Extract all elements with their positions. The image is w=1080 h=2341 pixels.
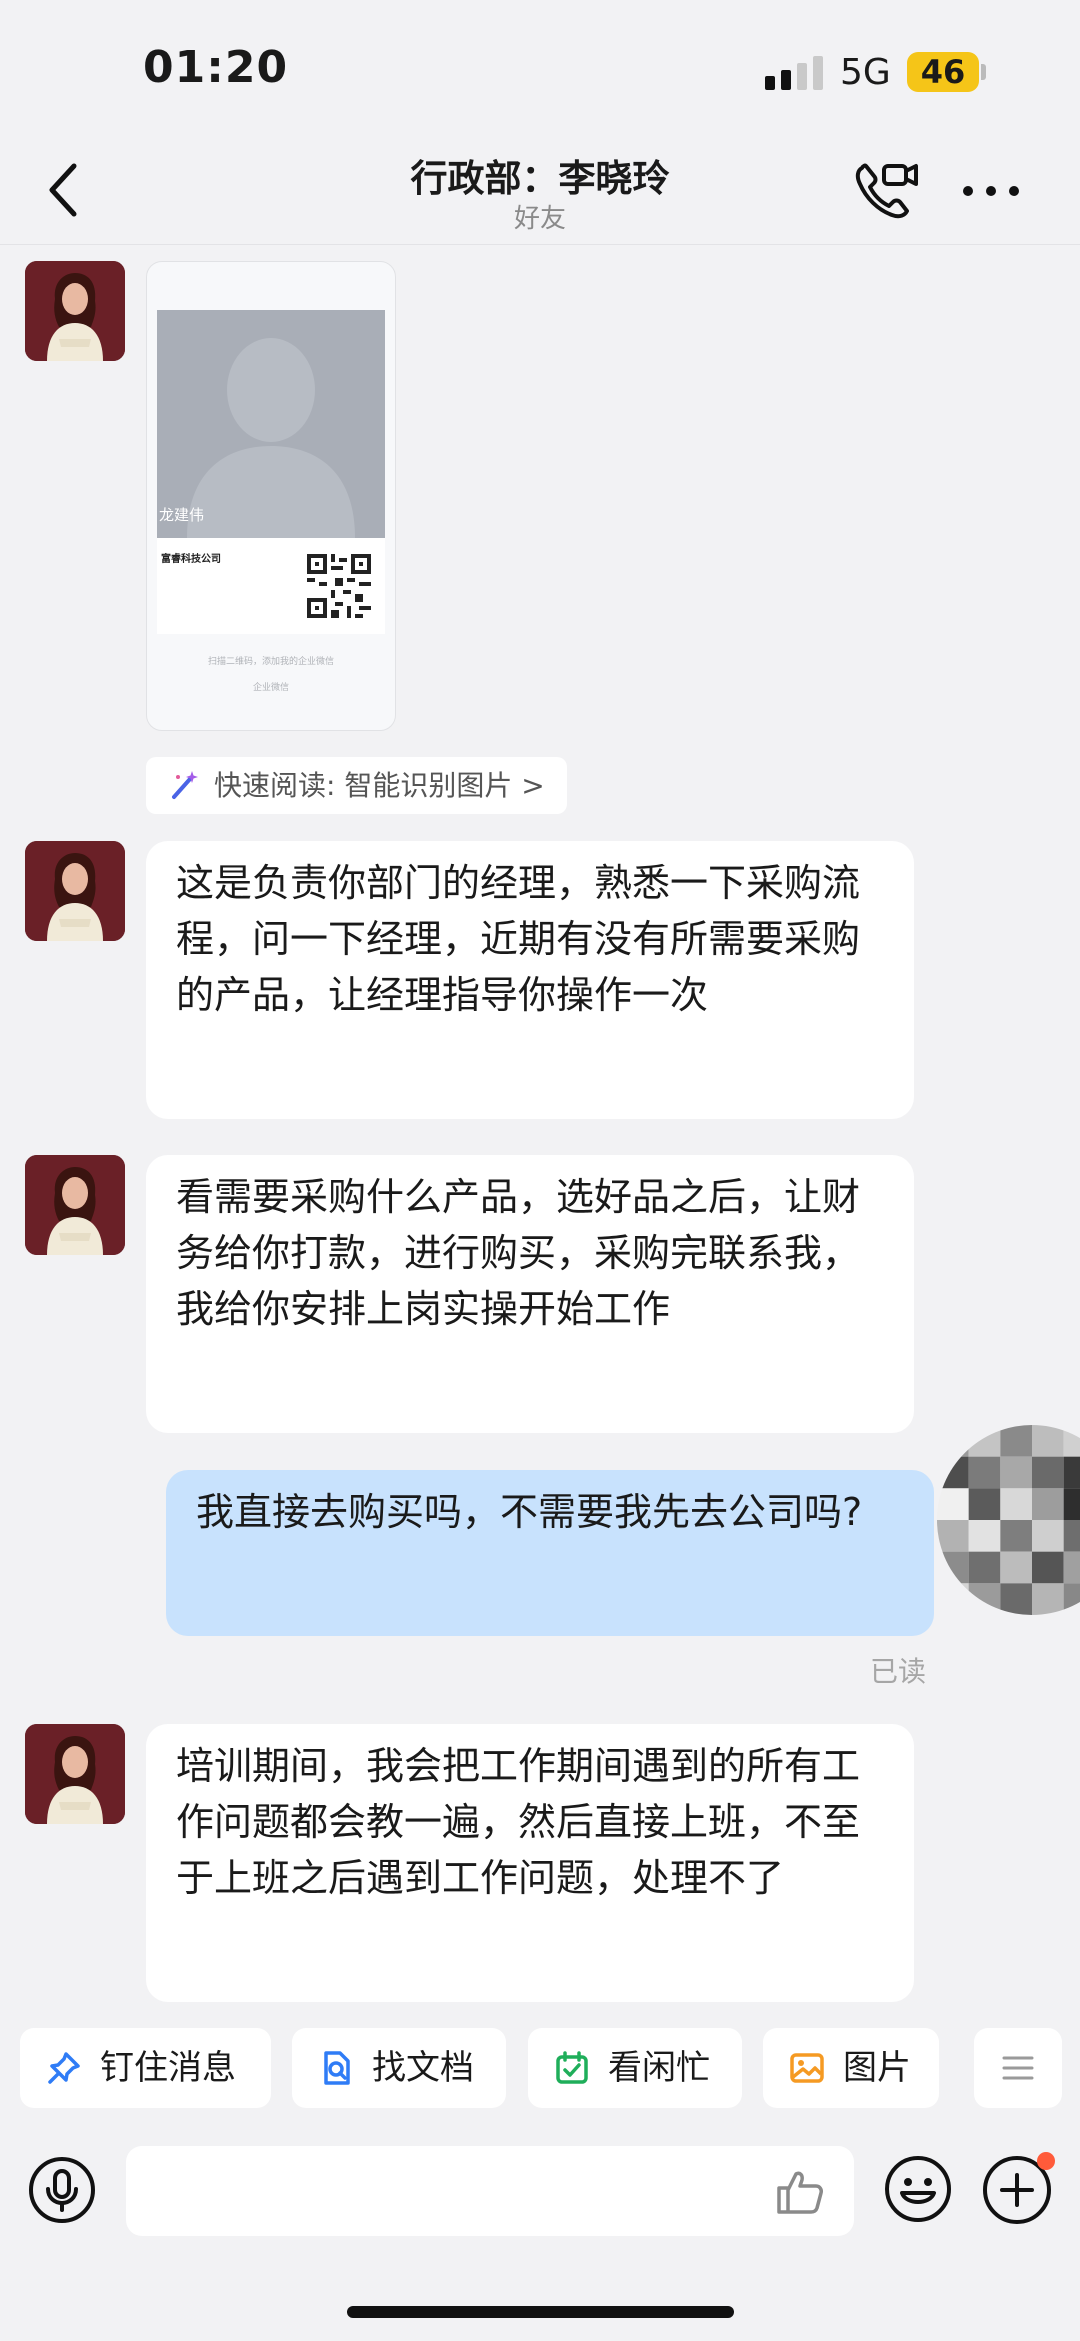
message-input[interactable] <box>126 2146 854 2236</box>
home-indicator <box>347 2306 734 2318</box>
quick-read-button[interactable]: 快速阅读: 智能识别图片 > <box>146 757 567 814</box>
find-doc-button[interactable]: 找文档 <box>292 2028 506 2108</box>
card-footer: 企业微信 <box>252 683 289 693</box>
thumbs-up-icon[interactable] <box>774 2166 824 2216</box>
read-status: 已读 <box>870 1655 927 1688</box>
battery-cap <box>981 64 986 80</box>
signal-icon <box>765 56 823 90</box>
contact-photo <box>25 1724 125 1824</box>
menu-icon <box>1002 2056 1034 2080</box>
message-bubble[interactable]: 这是负责你部门的经理，熟悉一下采购流程，问一下经理，近期有没有所需要采购的产品，… <box>146 841 914 1119</box>
voice-input-icon[interactable] <box>28 2156 96 2224</box>
avatar[interactable] <box>25 1155 125 1255</box>
pin-message-button[interactable]: 钉住消息 <box>20 2028 271 2108</box>
card-name: 龙建伟 <box>159 506 205 524</box>
avatar[interactable] <box>25 1724 125 1824</box>
doc-search-icon <box>324 2051 350 2085</box>
card-hint: 扫描二维码，添加我的企业微信 <box>207 657 334 667</box>
notification-dot <box>1037 2152 1055 2170</box>
video-call-icon[interactable] <box>852 160 920 220</box>
find-doc-label: 找文档 <box>372 2048 474 2088</box>
magic-wand-icon <box>172 771 198 799</box>
image-label: 图片 <box>843 2048 911 2088</box>
header-divider <box>0 244 1080 245</box>
message-bubble-self[interactable]: 我直接去购买吗，不需要我先去公司吗? <box>166 1470 934 1636</box>
message-bubble[interactable]: 培训期间，我会把工作期间遇到的所有工作问题都会教一遍，然后直接上班，不至于上班之… <box>146 1724 914 2002</box>
calendar-check-icon <box>556 2051 588 2084</box>
image-button[interactable]: 图片 <box>763 2028 939 2108</box>
pixelated-avatar-image <box>937 1425 1080 1615</box>
card-company: 富睿科技公司 <box>161 554 221 565</box>
quick-read-label: 快速阅读: 智能识别图片 > <box>214 769 545 802</box>
pin-message-label: 钉住消息 <box>100 2048 236 2088</box>
avatar[interactable] <box>25 261 125 361</box>
more-icon[interactable] <box>960 176 1022 206</box>
contact-photo <box>25 261 125 361</box>
business-card-image[interactable]: 龙建伟 富睿科技公司 扫描二维码，添加我的企业微信 企业微信 <box>146 261 396 731</box>
contact-photo <box>25 1155 125 1255</box>
emoji-icon[interactable] <box>884 2155 952 2223</box>
avatar[interactable] <box>25 841 125 941</box>
check-availability-label: 看闲忙 <box>608 2048 710 2088</box>
network-type: 5G <box>840 52 891 93</box>
status-time: 01:20 <box>143 42 289 93</box>
image-icon <box>790 2053 824 2083</box>
battery-level: 46 <box>907 52 979 92</box>
message-bubble[interactable]: 看需要采购什么产品，选好品之后，让财务给你打款，进行购买，采购完联系我，我给你安… <box>146 1155 914 1433</box>
contact-photo <box>25 841 125 941</box>
check-availability-button[interactable]: 看闲忙 <box>528 2028 742 2108</box>
more-actions-button[interactable] <box>974 2028 1062 2108</box>
self-avatar[interactable] <box>937 1425 1080 1615</box>
pin-icon <box>48 2052 80 2084</box>
qr-code-icon <box>307 554 371 618</box>
